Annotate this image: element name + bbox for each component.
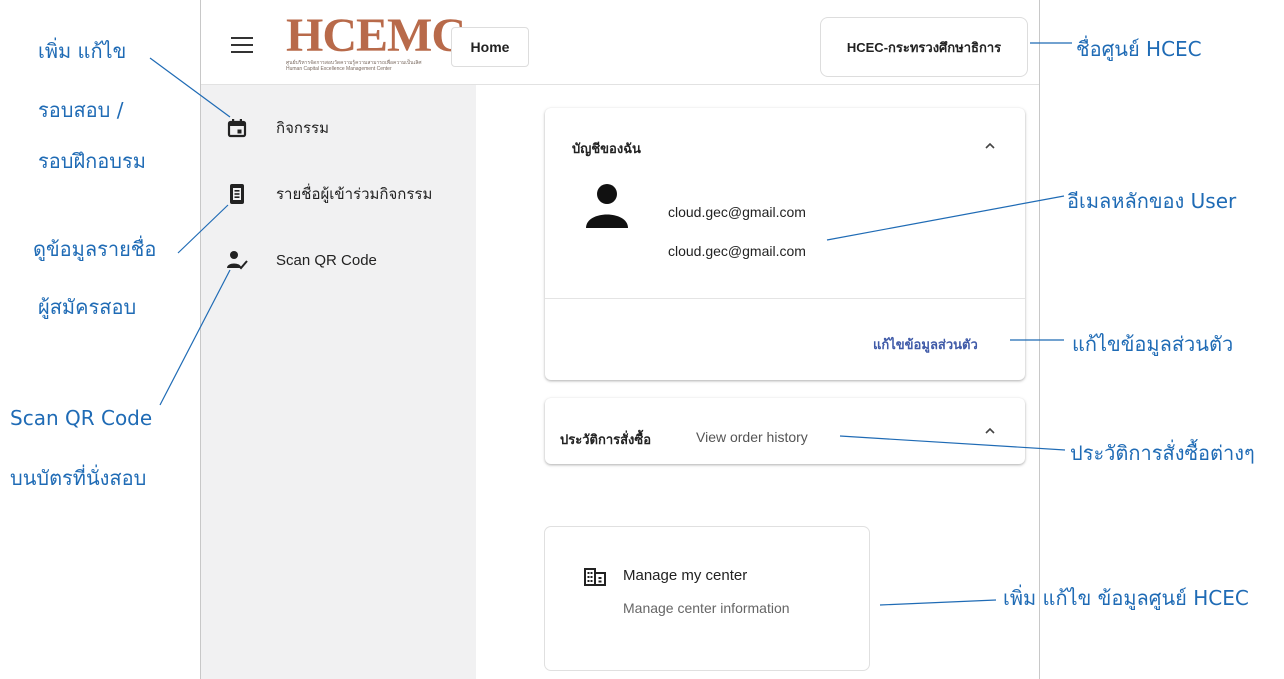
chevron-up-icon[interactable]	[985, 426, 995, 436]
order-history-title: ประวัติการสั่งซื้อ	[560, 432, 652, 447]
app-window: HCEMC ศูนย์บริหารจัดการสอบวัดความรู้ความ…	[200, 0, 1040, 679]
annotation-view-list-line1: ดูข้อมูลรายชื่อ	[33, 237, 157, 261]
home-button[interactable]: Home	[451, 27, 529, 67]
annotation-edit-center: เพิ่ม แก้ไข ข้อมูลศูนย์ HCEC	[1003, 586, 1249, 610]
main-content: บัญชีของฉัน cloud.gec@gmail.com cloud.ge…	[477, 85, 1039, 679]
sidebar-item-label: รายชื่อผู้เข้าร่วมกิจกรรม	[276, 186, 433, 203]
annotation-scan-line1: Scan QR Code	[10, 406, 153, 430]
building-icon	[584, 568, 606, 586]
divider	[545, 298, 1025, 299]
sidebar-item-label: กิจกรรม	[276, 120, 329, 137]
menu-icon[interactable]	[231, 37, 253, 53]
annotation-edit-round-line1: เพิ่ม แก้ไข	[38, 39, 127, 63]
edit-profile-link[interactable]: แก้ไขข้อมูลส่วนตัว	[873, 334, 978, 355]
chevron-up-icon[interactable]	[985, 141, 995, 151]
person-check-icon	[225, 248, 249, 272]
list-icon	[225, 182, 249, 206]
sidebar: กิจกรรม รายชื่อผู้เข้าร่วมกิจกรรม Scan Q…	[201, 85, 476, 679]
email-secondary: cloud.gec@gmail.com	[668, 243, 806, 259]
account-card: บัญชีของฉัน cloud.gec@gmail.com cloud.ge…	[545, 108, 1025, 380]
top-bar: HCEMC ศูนย์บริหารจัดการสอบวัดความรู้ความ…	[201, 0, 1039, 85]
sidebar-item-scan-qr[interactable]: Scan QR Code	[225, 246, 377, 274]
avatar	[586, 184, 628, 228]
annotation-edit-round-line3: รอบฝึกอบรม	[38, 149, 146, 173]
logo-text: HCEMC	[286, 9, 466, 62]
calendar-icon	[225, 116, 249, 140]
annotation-main-email: อีเมลหลักของ User	[1067, 189, 1237, 213]
center-selector-button[interactable]: HCEC-กระทรวงศึกษาธิการ	[820, 17, 1028, 77]
annotation-edit-round-line2: รอบสอบ /	[38, 98, 124, 122]
annotation-center-name: ชื่อศูนย์ HCEC	[1076, 37, 1202, 61]
manage-center-title: Manage my center	[623, 567, 748, 584]
annotation-order-history: ประวัติการสั่งซื้อต่างๆ	[1070, 441, 1255, 465]
annotation-view-list-line2: ผู้สมัครสอบ	[38, 295, 137, 319]
order-history-subtitle: View order history	[696, 429, 808, 445]
annotation-scan-line2: บนบัตรที่นั่งสอบ	[10, 466, 147, 490]
sidebar-item-activities[interactable]: กิจกรรม	[225, 114, 329, 142]
manage-center-card[interactable]: Manage my center Manage center informati…	[545, 527, 869, 670]
logo-subtitle-en: Human Capital Excellence Management Cent…	[286, 66, 392, 72]
sidebar-item-label: Scan QR Code	[276, 251, 377, 269]
account-title: บัญชีของฉัน	[572, 141, 641, 156]
manage-center-subtitle: Manage center information	[623, 600, 790, 616]
logo[interactable]: HCEMC ศูนย์บริหารจัดการสอบวัดความรู้ความ…	[286, 9, 466, 78]
email-primary: cloud.gec@gmail.com	[668, 204, 806, 220]
annotation-edit-profile: แก้ไขข้อมูลส่วนตัว	[1072, 332, 1234, 356]
order-history-card[interactable]: ประวัติการสั่งซื้อ View order history	[545, 398, 1025, 464]
sidebar-item-participants[interactable]: รายชื่อผู้เข้าร่วมกิจกรรม	[225, 180, 432, 208]
